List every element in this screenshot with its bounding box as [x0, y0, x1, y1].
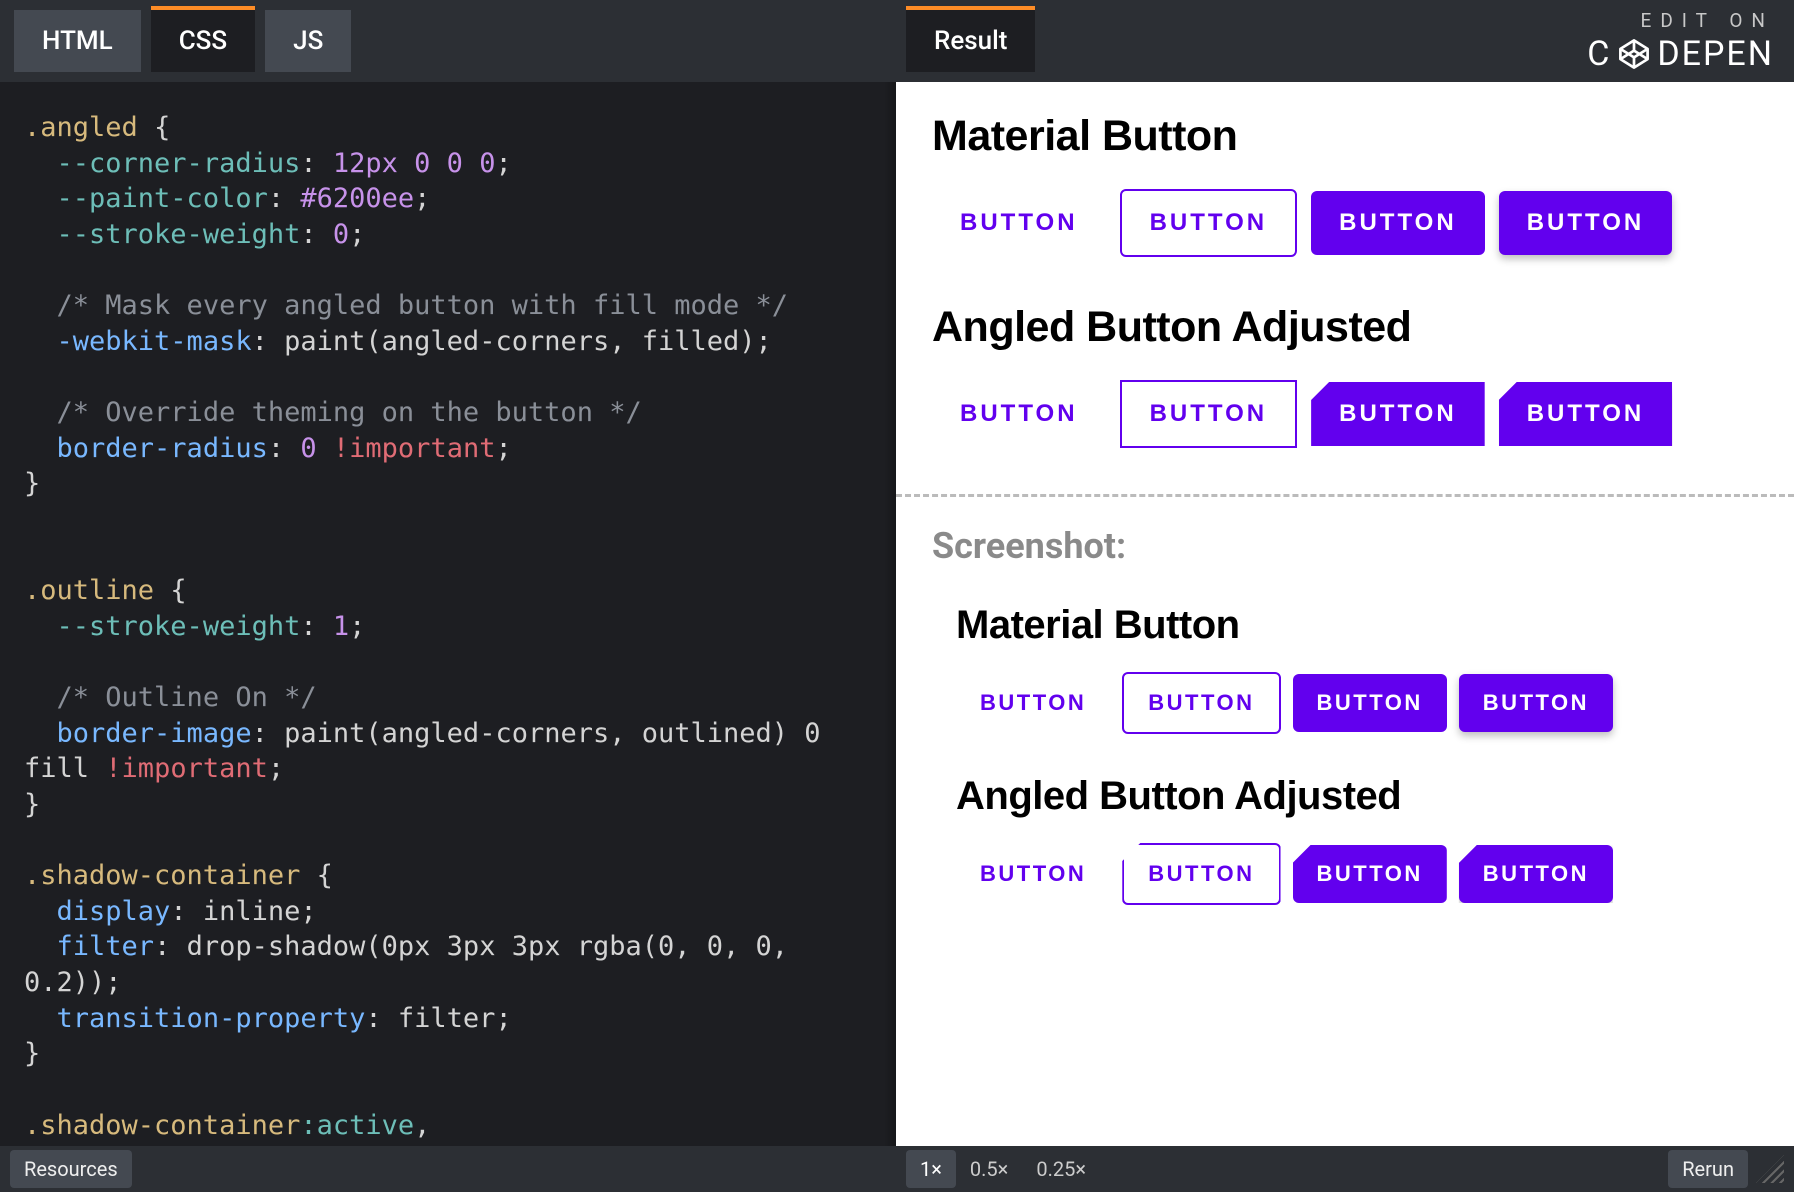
angled-text-button[interactable]: BUTTON — [932, 382, 1106, 446]
ss-angled-text-button[interactable]: BUTTON — [956, 845, 1110, 903]
tab-result[interactable]: Result — [906, 10, 1035, 72]
angled-outlined-button[interactable]: BUTTON — [1120, 380, 1298, 448]
screenshot-divider — [896, 494, 1794, 497]
editor-tabs: HTML CSS JS — [14, 10, 351, 72]
material-text-button[interactable]: BUTTON — [932, 191, 1106, 255]
zoom-1x[interactable]: 1× — [906, 1150, 956, 1188]
ss-heading-angled-button: Angled Button Adjusted — [956, 774, 1758, 819]
heading-material-button: Material Button — [932, 112, 1758, 161]
material-raised-button[interactable]: BUTTON — [1499, 191, 1673, 255]
material-button-row: BUTTON BUTTON BUTTON BUTTON — [932, 189, 1758, 257]
codepen-logo: C DEPEN — [1587, 34, 1774, 74]
edit-on-label: EDIT ON — [1587, 9, 1774, 32]
angled-filled-button[interactable]: BUTTON — [1311, 382, 1485, 446]
ss-material-outlined-button[interactable]: BUTTON — [1122, 672, 1280, 734]
codepen-icon — [1617, 37, 1651, 71]
heading-angled-button: Angled Button Adjusted — [932, 303, 1758, 352]
ss-material-filled-button[interactable]: BUTTON — [1293, 674, 1447, 732]
screenshot-block: Material Button BUTTON BUTTON BUTTON BUT… — [932, 603, 1758, 905]
rerun-button[interactable]: Rerun — [1668, 1150, 1748, 1188]
resize-grip-icon[interactable] — [1756, 1155, 1784, 1183]
zoom-025x[interactable]: 0.25× — [1022, 1150, 1100, 1188]
zoom-05x[interactable]: 0.5× — [956, 1150, 1022, 1188]
css-editor[interactable]: .angled { --corner-radius: 12px 0 0 0; -… — [0, 82, 896, 1146]
ss-material-raised-button[interactable]: BUTTON — [1459, 674, 1613, 732]
screenshot-label: Screenshot: — [932, 525, 1758, 567]
top-toolbar: HTML CSS JS Result EDIT ON C DEPEN — [0, 0, 1794, 82]
ss-angled-button-row: BUTTON BUTTON BUTTON BUTTON — [956, 843, 1758, 905]
ss-material-button-row: BUTTON BUTTON BUTTON BUTTON — [956, 672, 1758, 734]
zoom-controls: 1× 0.5× 0.25× — [906, 1150, 1100, 1188]
material-outlined-button[interactable]: BUTTON — [1120, 189, 1298, 257]
codepen-brand[interactable]: EDIT ON C DEPEN — [1587, 9, 1774, 74]
code-content[interactable]: .angled { --corner-radius: 12px 0 0 0; -… — [24, 110, 872, 1143]
material-filled-button[interactable]: BUTTON — [1311, 191, 1485, 255]
angled-raised-button[interactable]: BUTTON — [1499, 382, 1673, 446]
result-preview: Material Button BUTTON BUTTON BUTTON BUT… — [896, 82, 1794, 1146]
ss-heading-material-button: Material Button — [956, 603, 1758, 648]
tab-css[interactable]: CSS — [151, 10, 255, 72]
ss-angled-outlined-button[interactable]: BUTTON — [1122, 843, 1280, 905]
angled-button-row: BUTTON BUTTON BUTTON BUTTON — [932, 380, 1758, 448]
tab-html[interactable]: HTML — [14, 10, 141, 72]
tab-js[interactable]: JS — [265, 10, 351, 72]
resources-button[interactable]: Resources — [10, 1150, 132, 1188]
bottom-toolbar: Resources 1× 0.5× 0.25× Rerun — [0, 1146, 1794, 1192]
ss-material-text-button[interactable]: BUTTON — [956, 674, 1110, 732]
ss-angled-raised-button[interactable]: BUTTON — [1459, 845, 1613, 903]
main-split: .angled { --corner-radius: 12px 0 0 0; -… — [0, 82, 1794, 1146]
ss-angled-filled-button[interactable]: BUTTON — [1293, 845, 1447, 903]
